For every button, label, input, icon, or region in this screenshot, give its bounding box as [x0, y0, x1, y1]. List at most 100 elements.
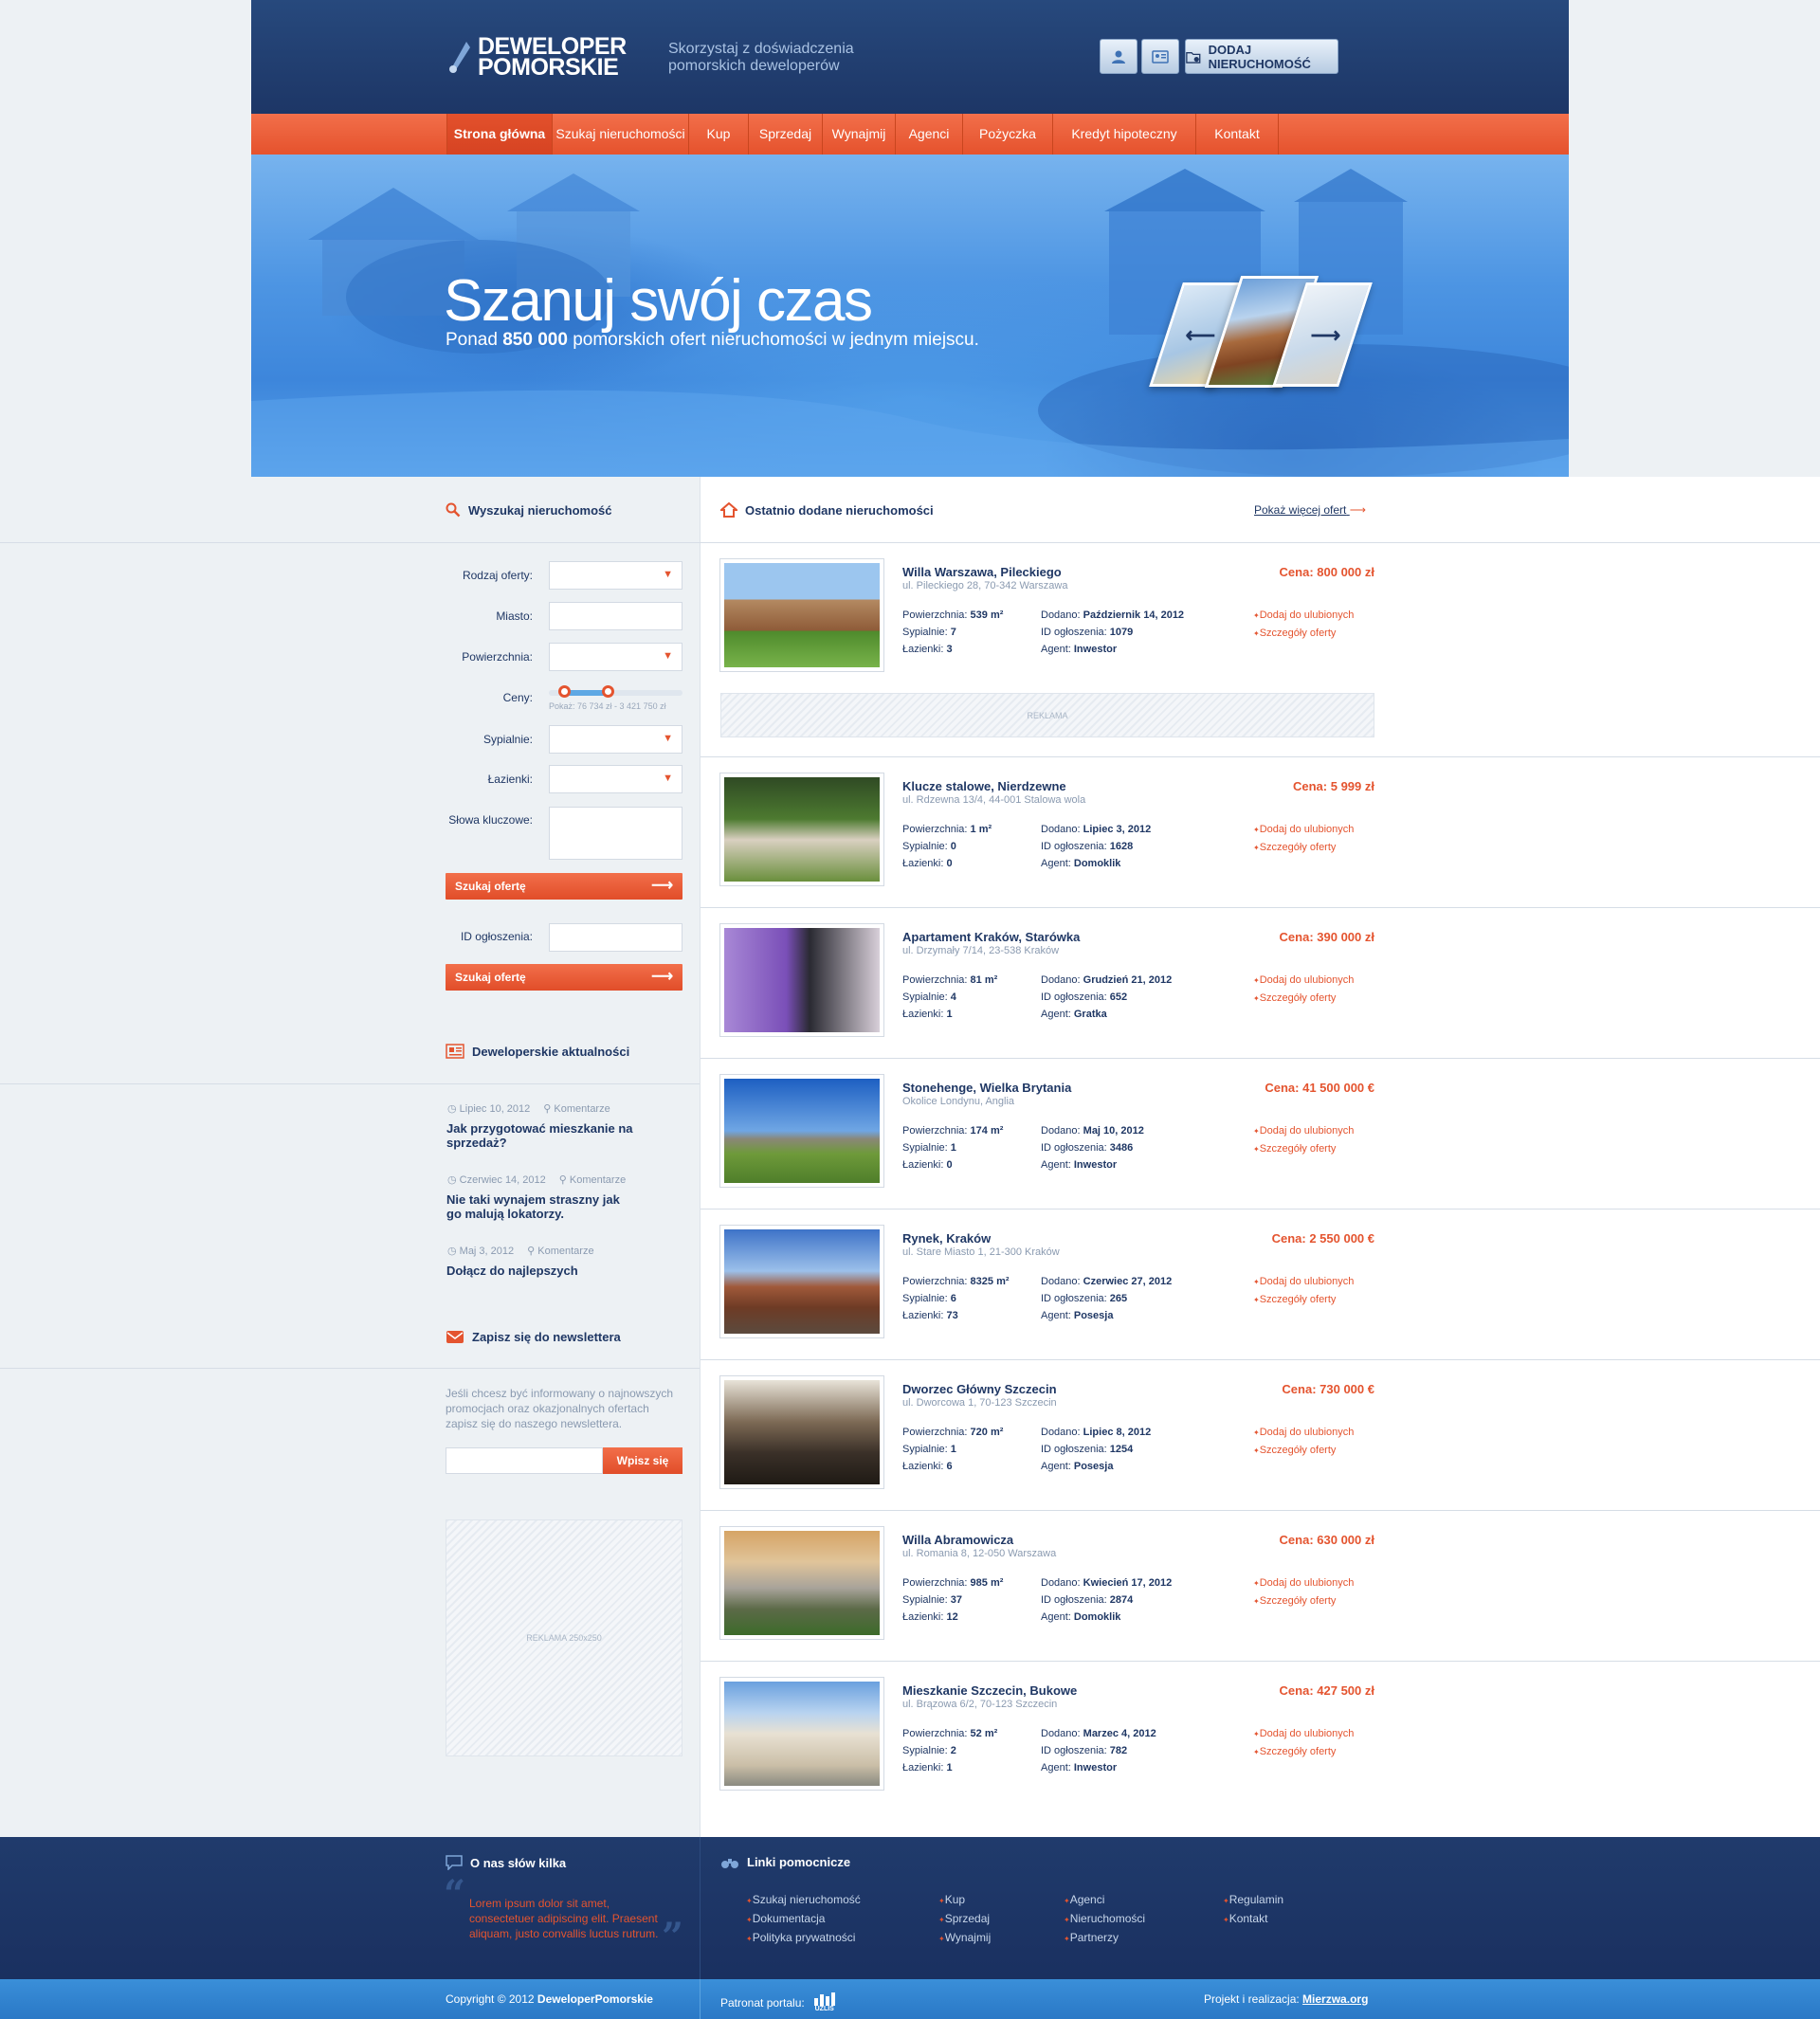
- newsletter-heading-label: Zapisz się do newslettera: [472, 1329, 621, 1344]
- offer-details-link[interactable]: Szczegóły oferty: [1253, 1746, 1336, 1757]
- listing-actions: Dodaj do ulubionych Szczegóły oferty: [1253, 1574, 1354, 1610]
- nav-buy[interactable]: Kup: [688, 114, 748, 155]
- footer-link[interactable]: Agenci: [1064, 1891, 1145, 1910]
- price-slider-max-handle[interactable]: [602, 685, 614, 698]
- listing-photo[interactable]: [720, 1527, 883, 1639]
- listing-address: ul. Stare Miasto 1, 21-300 Kraków: [902, 1246, 1060, 1258]
- offer-type-select[interactable]: ▼: [549, 561, 682, 590]
- footer-link[interactable]: Polityka prywatności: [746, 1929, 861, 1948]
- listing-photo[interactable]: [720, 1678, 883, 1790]
- listing-photo[interactable]: [720, 924, 883, 1036]
- listing-specs: Powierzchnia: 1 m² Sypialnie: 0 Łazienki: …: [902, 824, 992, 869]
- nav-mortgage[interactable]: Kredyt hipoteczny: [1052, 114, 1195, 155]
- listing-photo[interactable]: [720, 1075, 883, 1187]
- add-to-favorites-link[interactable]: Dodaj do ulubionych: [1253, 1276, 1354, 1287]
- listing-name[interactable]: Stonehenge, Wielka Brytania: [902, 1081, 1071, 1095]
- add-to-favorites-link[interactable]: Dodaj do ulubionych: [1253, 1427, 1354, 1438]
- comments-link[interactable]: ⚲ Komentarze: [543, 1102, 610, 1115]
- nav-rent[interactable]: Wynajmij: [822, 114, 895, 155]
- offer-details-link[interactable]: Szczegóły oferty: [1253, 842, 1336, 853]
- footer-link[interactable]: Kup: [938, 1891, 991, 1910]
- area-select[interactable]: ▼: [549, 643, 682, 671]
- quote-close-icon: ”: [662, 1915, 684, 1959]
- offer-details-link[interactable]: Szczegóły oferty: [1253, 1143, 1336, 1155]
- add-to-favorites-link[interactable]: Dodaj do ulubionych: [1253, 1125, 1354, 1137]
- listing-name[interactable]: Apartament Kraków, Starówka: [902, 930, 1080, 944]
- newsletter-email-input[interactable]: [446, 1447, 603, 1474]
- listing-photo[interactable]: [720, 773, 883, 885]
- listing-id-input[interactable]: [549, 923, 682, 952]
- listing-photo[interactable]: [720, 1376, 883, 1488]
- dropdown-arrow-icon: ▼: [663, 733, 673, 744]
- more-offers-link[interactable]: Pokaż więcej ofert ⟶: [1254, 503, 1366, 517]
- footer-link[interactable]: Szukaj nieruchomość: [746, 1891, 861, 1910]
- news-item-title[interactable]: Dołącz do najlepszych: [446, 1264, 636, 1278]
- listing-name[interactable]: Dworzec Główny Szczecin: [902, 1382, 1057, 1396]
- site-logo[interactable]: DEWELOPER POMORSKIE: [446, 34, 635, 80]
- search-offer-button[interactable]: Szukaj ofertę ⟶: [446, 873, 682, 900]
- offer-details-link[interactable]: Szczegóły oferty: [1253, 1445, 1336, 1456]
- listing-price: Cena: 427 500 zł: [1279, 1683, 1374, 1698]
- listing-address: ul. Romania 8, 12-050 Warszawa: [902, 1548, 1057, 1559]
- listing-name[interactable]: Klucze stalowe, Nierdzewne: [902, 779, 1066, 793]
- news-heading: Deweloperskie aktualności: [446, 1044, 629, 1059]
- patron-logo[interactable]: UZLIS: [812, 1992, 837, 2012]
- add-to-favorites-link[interactable]: Dodaj do ulubionych: [1253, 1577, 1354, 1589]
- listing-name[interactable]: Mieszkanie Szczecin, Bukowe: [902, 1683, 1077, 1698]
- footer-link[interactable]: Wynajmij: [938, 1929, 992, 1948]
- nav-loan[interactable]: Pożyczka: [962, 114, 1052, 155]
- listing-specs: Powierzchnia: 174 m² Sypialnie: 1 Łazienki…: [902, 1125, 1004, 1171]
- about-heading-label: O nas słów kilka: [470, 1855, 567, 1870]
- site-header: DEWELOPER POMORSKIE Skorzystaj z doświad…: [251, 0, 1569, 114]
- listing-specs: Powierzchnia: 52 m² Sypialnie: 2 Łazienki:…: [902, 1728, 998, 1773]
- add-to-favorites-link[interactable]: Dodaj do ulubionych: [1253, 609, 1354, 621]
- offer-details-link[interactable]: Szczegóły oferty: [1253, 1294, 1336, 1305]
- keywords-textarea[interactable]: [549, 807, 682, 860]
- price-slider-min-handle[interactable]: [558, 685, 571, 698]
- nav-contact[interactable]: Kontakt: [1195, 114, 1278, 155]
- listing-address: ul. Dworcowa 1, 70-123 Szczecin: [902, 1397, 1057, 1409]
- footer-link[interactable]: Kontakt: [1223, 1910, 1283, 1929]
- offer-details-link[interactable]: Szczegóły oferty: [1253, 628, 1336, 639]
- comments-link[interactable]: ⚲ Komentarze: [527, 1245, 593, 1257]
- news-item-title[interactable]: Jak przygotować mieszkanie na sprzedaż?: [446, 1121, 636, 1150]
- helper-links-heading: Linki pomocnicze: [720, 1855, 850, 1869]
- listing-photo[interactable]: [720, 1226, 883, 1337]
- nav-home[interactable]: Strona główna: [446, 114, 552, 155]
- add-property-button[interactable]: DODAJ NIERUCHOMOŚĆ: [1185, 39, 1338, 74]
- footer-link[interactable]: Partnerzy: [1064, 1929, 1145, 1948]
- listing-price: Cena: 730 000 €: [1282, 1382, 1374, 1396]
- listing-divider: [701, 1359, 1820, 1360]
- offer-details-link[interactable]: Szczegóły oferty: [1253, 1595, 1336, 1607]
- listing-card: Willa Warszawa, Pileckiego ul. Pileckiego…: [720, 559, 1374, 673]
- listing-photo[interactable]: [720, 559, 883, 671]
- bathrooms-select[interactable]: ▼: [549, 765, 682, 793]
- footer-link[interactable]: Nieruchomości: [1064, 1910, 1145, 1929]
- offer-details-link[interactable]: Szczegóły oferty: [1253, 992, 1336, 1004]
- listing-name[interactable]: Rynek, Kraków: [902, 1231, 991, 1246]
- nav-search[interactable]: Szukaj nieruchomości: [552, 114, 688, 155]
- add-to-favorites-link[interactable]: Dodaj do ulubionych: [1253, 974, 1354, 986]
- footer-link[interactable]: Sprzedaj: [938, 1910, 991, 1929]
- footer-link[interactable]: Regulamin: [1223, 1891, 1283, 1910]
- city-input[interactable]: [549, 602, 682, 630]
- credit-link[interactable]: Mierzwa.org: [1302, 1992, 1368, 2006]
- id-card-icon: [1152, 49, 1169, 64]
- footer-link[interactable]: Dokumentacja: [746, 1910, 861, 1929]
- bedrooms-select[interactable]: ▼: [549, 725, 682, 754]
- label-keywords: Słowa kluczowe:: [448, 813, 533, 827]
- clock-icon: ◷ Lipiec 10, 2012: [447, 1103, 531, 1115]
- nav-agents[interactable]: Agenci: [895, 114, 962, 155]
- search-by-id-button[interactable]: Szukaj ofertę ⟶: [446, 964, 682, 991]
- user-button[interactable]: [1100, 39, 1138, 74]
- comments-link[interactable]: ⚲ Komentarze: [559, 1173, 626, 1186]
- listing-name[interactable]: Willa Abramowicza: [902, 1533, 1013, 1547]
- nav-sell[interactable]: Sprzedaj: [748, 114, 822, 155]
- add-to-favorites-link[interactable]: Dodaj do ulubionych: [1253, 1728, 1354, 1739]
- listing-divider: [701, 1510, 1820, 1511]
- contact-card-button[interactable]: [1141, 39, 1179, 74]
- listing-name[interactable]: Willa Warszawa, Pileckiego: [902, 565, 1062, 579]
- news-item-title[interactable]: Nie taki wynajem straszny jak go malują …: [446, 1192, 636, 1221]
- add-to-favorites-link[interactable]: Dodaj do ulubionych: [1253, 824, 1354, 835]
- newsletter-subscribe-button[interactable]: Wpisz się: [603, 1447, 682, 1474]
